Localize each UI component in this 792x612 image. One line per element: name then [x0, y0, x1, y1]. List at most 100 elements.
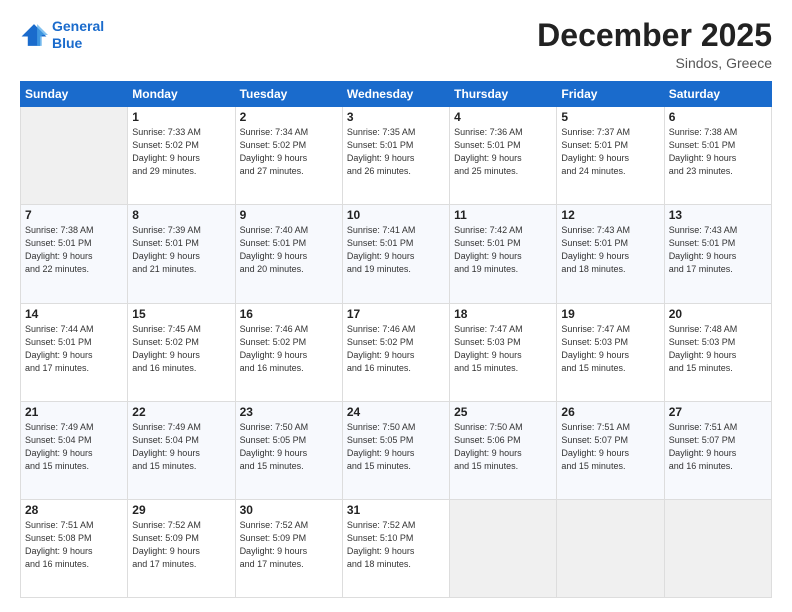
page: General Blue December 2025 Sindos, Greec…: [0, 0, 792, 612]
day-number: 17: [347, 307, 445, 321]
calendar-cell: 9Sunrise: 7:40 AMSunset: 5:01 PMDaylight…: [235, 205, 342, 303]
day-number: 2: [240, 110, 338, 124]
day-info: Sunrise: 7:48 AMSunset: 5:03 PMDaylight:…: [669, 323, 767, 375]
day-info: Sunrise: 7:36 AMSunset: 5:01 PMDaylight:…: [454, 126, 552, 178]
calendar-cell: 8 Sunrise: 7:39 AMSunset: 5:01 PMDaylight…: [128, 205, 235, 303]
day-number: 10: [347, 208, 445, 222]
day-number: 5: [561, 110, 659, 124]
day-info: Sunrise: 7:43 AMSunset: 5:01 PMDaylight:…: [561, 224, 659, 276]
day-number: 23: [240, 405, 338, 419]
calendar-cell: 14Sunrise: 7:44 AMSunset: 5:01 PMDayligh…: [21, 303, 128, 401]
calendar-cell: 3 Sunrise: 7:35 AMSunset: 5:01 PMDaylight…: [342, 107, 449, 205]
weekday-header-friday: Friday: [557, 82, 664, 107]
calendar-cell: 11Sunrise: 7:42 AMSunset: 5:01 PMDayligh…: [450, 205, 557, 303]
calendar-cell: 17 Sunrise: 7:46 AMSunset: 5:02 PMDayligh…: [342, 303, 449, 401]
day-number: 12: [561, 208, 659, 222]
day-number: 29: [132, 503, 230, 517]
day-info: Sunrise: 7:46 AMSunset: 5:02 PMDaylight:…: [347, 323, 445, 375]
day-number: 4: [454, 110, 552, 124]
day-number: 27: [669, 405, 767, 419]
day-info: Sunrise: 7:49 AMSunset: 5:04 PMDaylight:…: [132, 421, 230, 473]
day-number: 16: [240, 307, 338, 321]
calendar-cell: 13Sunrise: 7:43 AMSunset: 5:01 PMDayligh…: [664, 205, 771, 303]
calendar-cell: 19 Sunrise: 7:47 AMSunset: 5:03 PMDayligh…: [557, 303, 664, 401]
calendar-week-3: 14Sunrise: 7:44 AMSunset: 5:01 PMDayligh…: [21, 303, 772, 401]
day-number: 19: [561, 307, 659, 321]
day-info: Sunrise: 7:42 AMSunset: 5:01 PMDaylight:…: [454, 224, 552, 276]
calendar-cell: 27 Sunrise: 7:51 AMSunset: 5:07 PMDayligh…: [664, 401, 771, 499]
day-info: Sunrise: 7:37 AMSunset: 5:01 PMDaylight:…: [561, 126, 659, 178]
day-number: 18: [454, 307, 552, 321]
calendar-cell: [664, 499, 771, 597]
day-info: Sunrise: 7:52 AMSunset: 5:10 PMDaylight:…: [347, 519, 445, 571]
day-number: 30: [240, 503, 338, 517]
subtitle: Sindos, Greece: [537, 55, 772, 71]
day-info: Sunrise: 7:52 AMSunset: 5:09 PMDaylight:…: [132, 519, 230, 571]
weekday-header-tuesday: Tuesday: [235, 82, 342, 107]
day-number: 28: [25, 503, 123, 517]
logo-icon: [20, 21, 48, 49]
calendar-cell: 4 Sunrise: 7:36 AMSunset: 5:01 PMDaylight…: [450, 107, 557, 205]
calendar-cell: [557, 499, 664, 597]
day-info: Sunrise: 7:38 AMSunset: 5:01 PMDaylight:…: [669, 126, 767, 178]
day-info: Sunrise: 7:50 AMSunset: 5:05 PMDaylight:…: [240, 421, 338, 473]
day-info: Sunrise: 7:39 AMSunset: 5:01 PMDaylight:…: [132, 224, 230, 276]
day-number: 26: [561, 405, 659, 419]
calendar-cell: 24 Sunrise: 7:50 AMSunset: 5:05 PMDayligh…: [342, 401, 449, 499]
day-info: Sunrise: 7:50 AMSunset: 5:05 PMDaylight:…: [347, 421, 445, 473]
calendar-cell: 7 Sunrise: 7:38 AMSunset: 5:01 PMDaylight…: [21, 205, 128, 303]
calendar-week-1: 1 Sunrise: 7:33 AMSunset: 5:02 PMDaylight…: [21, 107, 772, 205]
day-info: Sunrise: 7:46 AMSunset: 5:02 PMDaylight:…: [240, 323, 338, 375]
calendar-header: SundayMondayTuesdayWednesdayThursdayFrid…: [21, 82, 772, 107]
weekday-header-sunday: Sunday: [21, 82, 128, 107]
day-info: Sunrise: 7:38 AMSunset: 5:01 PMDaylight:…: [25, 224, 123, 276]
day-number: 24: [347, 405, 445, 419]
calendar-cell: 12 Sunrise: 7:43 AMSunset: 5:01 PMDayligh…: [557, 205, 664, 303]
calendar-cell: 1 Sunrise: 7:33 AMSunset: 5:02 PMDaylight…: [128, 107, 235, 205]
calendar-cell: 22 Sunrise: 7:49 AMSunset: 5:04 PMDayligh…: [128, 401, 235, 499]
day-number: 8: [132, 208, 230, 222]
day-info: Sunrise: 7:47 AMSunset: 5:03 PMDaylight:…: [561, 323, 659, 375]
calendar-body: 1 Sunrise: 7:33 AMSunset: 5:02 PMDaylight…: [21, 107, 772, 598]
calendar-cell: 23 Sunrise: 7:50 AMSunset: 5:05 PMDayligh…: [235, 401, 342, 499]
day-number: 22: [132, 405, 230, 419]
calendar-cell: 21Sunrise: 7:49 AMSunset: 5:04 PMDayligh…: [21, 401, 128, 499]
day-info: Sunrise: 7:51 AMSunset: 5:07 PMDaylight:…: [669, 421, 767, 473]
weekday-header-monday: Monday: [128, 82, 235, 107]
calendar-week-2: 7 Sunrise: 7:38 AMSunset: 5:01 PMDaylight…: [21, 205, 772, 303]
calendar-cell: 29 Sunrise: 7:52 AMSunset: 5:09 PMDayligh…: [128, 499, 235, 597]
main-title: December 2025: [537, 18, 772, 53]
day-number: 31: [347, 503, 445, 517]
calendar-cell: 6 Sunrise: 7:38 AMSunset: 5:01 PMDaylight…: [664, 107, 771, 205]
calendar-cell: 10 Sunrise: 7:41 AMSunset: 5:01 PMDayligh…: [342, 205, 449, 303]
day-info: Sunrise: 7:41 AMSunset: 5:01 PMDaylight:…: [347, 224, 445, 276]
day-info: Sunrise: 7:35 AMSunset: 5:01 PMDaylight:…: [347, 126, 445, 178]
calendar-cell: 30Sunrise: 7:52 AMSunset: 5:09 PMDayligh…: [235, 499, 342, 597]
calendar-cell: 26 Sunrise: 7:51 AMSunset: 5:07 PMDayligh…: [557, 401, 664, 499]
day-info: Sunrise: 7:49 AMSunset: 5:04 PMDaylight:…: [25, 421, 123, 473]
weekday-header-saturday: Saturday: [664, 82, 771, 107]
calendar-cell: 5 Sunrise: 7:37 AMSunset: 5:01 PMDaylight…: [557, 107, 664, 205]
weekday-row: SundayMondayTuesdayWednesdayThursdayFrid…: [21, 82, 772, 107]
day-number: 7: [25, 208, 123, 222]
day-number: 25: [454, 405, 552, 419]
logo-general: General: [52, 18, 104, 34]
calendar-cell: 15Sunrise: 7:45 AMSunset: 5:02 PMDayligh…: [128, 303, 235, 401]
day-number: 3: [347, 110, 445, 124]
calendar-cell: 20Sunrise: 7:48 AMSunset: 5:03 PMDayligh…: [664, 303, 771, 401]
weekday-header-wednesday: Wednesday: [342, 82, 449, 107]
day-info: Sunrise: 7:51 AMSunset: 5:07 PMDaylight:…: [561, 421, 659, 473]
calendar-cell: [21, 107, 128, 205]
header: General Blue December 2025 Sindos, Greec…: [20, 18, 772, 71]
day-number: 6: [669, 110, 767, 124]
day-info: Sunrise: 7:33 AMSunset: 5:02 PMDaylight:…: [132, 126, 230, 178]
logo: General Blue: [20, 18, 104, 52]
calendar-cell: [450, 499, 557, 597]
calendar-week-4: 21Sunrise: 7:49 AMSunset: 5:04 PMDayligh…: [21, 401, 772, 499]
calendar-cell: 31 Sunrise: 7:52 AMSunset: 5:10 PMDayligh…: [342, 499, 449, 597]
calendar-cell: 16 Sunrise: 7:46 AMSunset: 5:02 PMDayligh…: [235, 303, 342, 401]
day-info: Sunrise: 7:44 AMSunset: 5:01 PMDaylight:…: [25, 323, 123, 375]
day-number: 1: [132, 110, 230, 124]
day-info: Sunrise: 7:50 AMSunset: 5:06 PMDaylight:…: [454, 421, 552, 473]
day-info: Sunrise: 7:47 AMSunset: 5:03 PMDaylight:…: [454, 323, 552, 375]
